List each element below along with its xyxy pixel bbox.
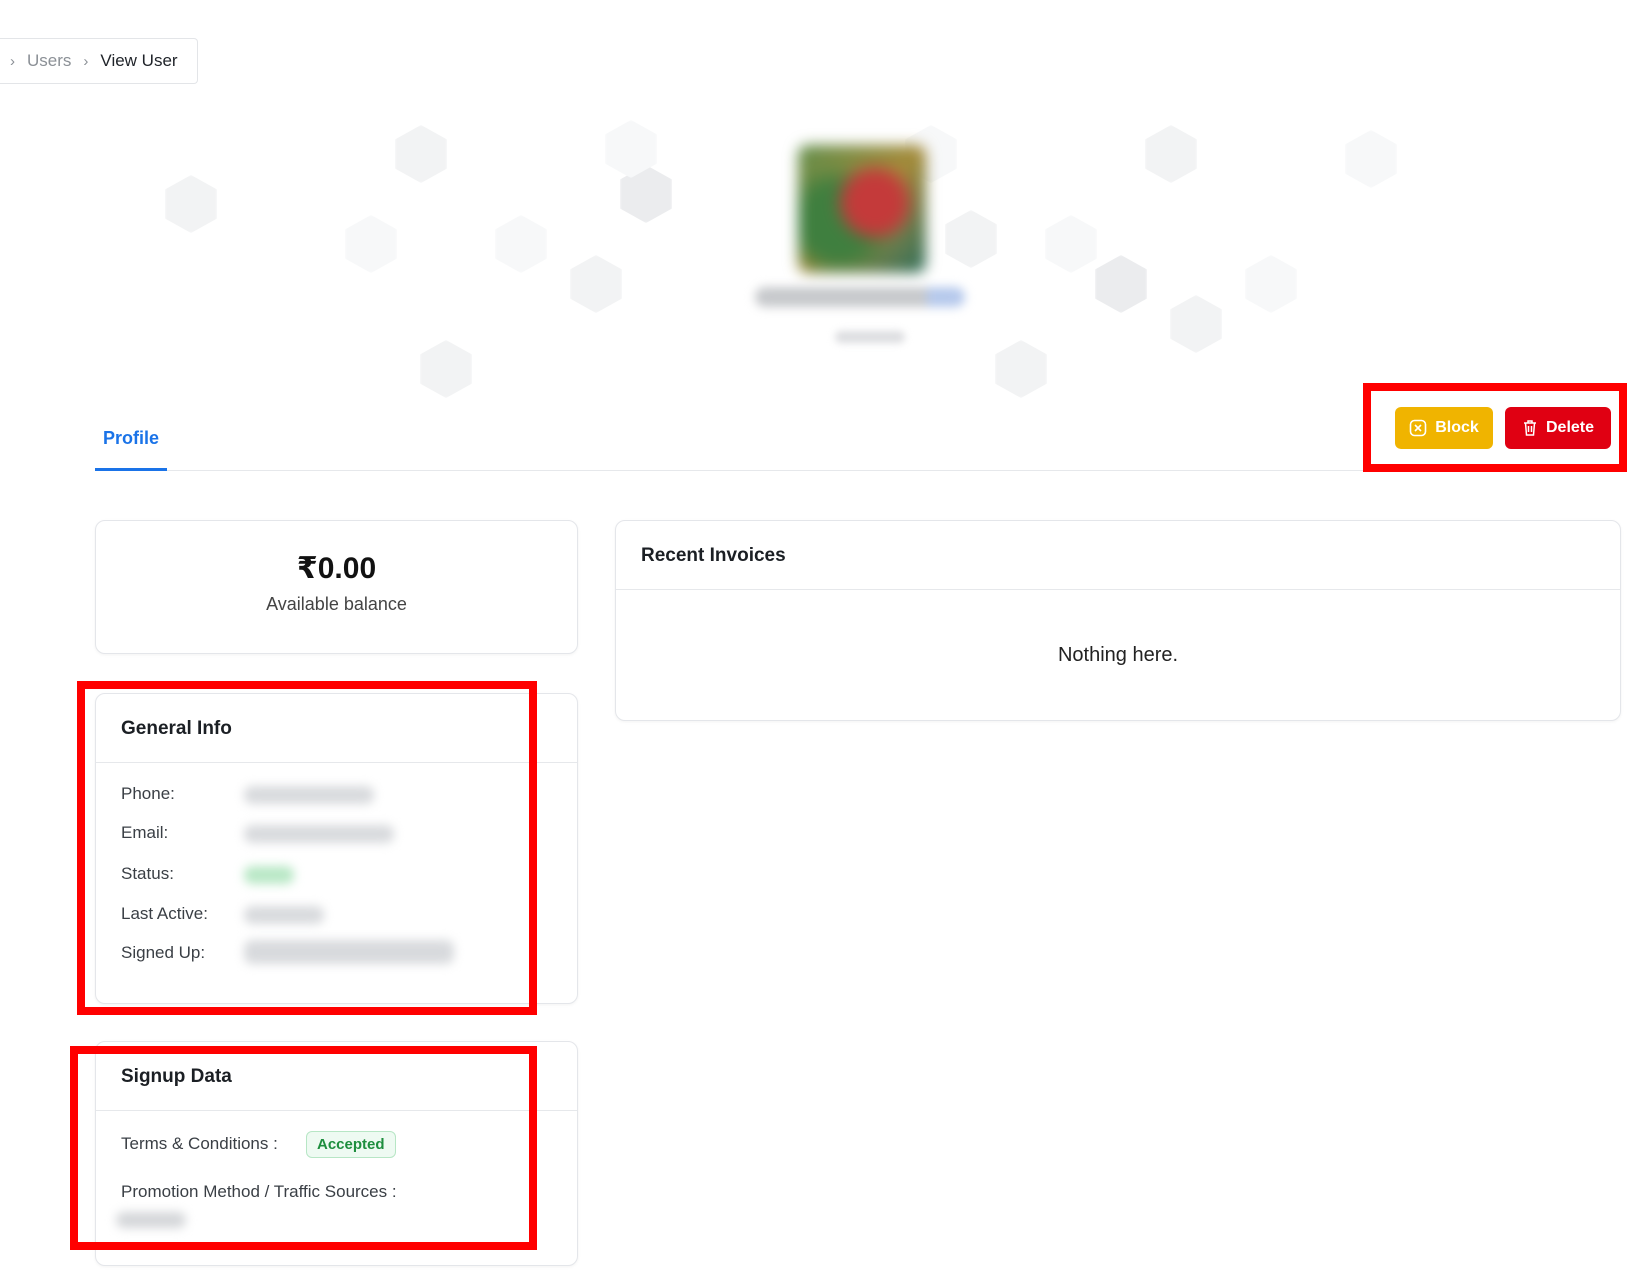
- phone-value-redacted: [244, 786, 374, 804]
- hero-pattern-hex: [995, 340, 1047, 398]
- invoices-empty-state: Nothing here.: [1057, 644, 1179, 666]
- trash-icon: [1522, 419, 1538, 437]
- recent-invoices-card: Recent Invoices Nothing here.: [615, 520, 1621, 721]
- hero-pattern-hex: [165, 175, 217, 233]
- breadcrumb-current: View User: [100, 51, 178, 70]
- hero-pattern-hex: [420, 340, 472, 398]
- last-active-label: Last Active:: [121, 904, 208, 923]
- general-info-title: General Info: [96, 694, 577, 763]
- email-value-redacted: [244, 825, 394, 843]
- hero-pattern-hex: [1145, 125, 1197, 183]
- hero-pattern-hex: [1045, 215, 1097, 273]
- user-name-redacted: [755, 287, 965, 307]
- block-icon: [1409, 419, 1427, 437]
- hero-pattern-hex: [495, 215, 547, 273]
- promotion-method-label: Promotion Method / Traffic Sources :: [121, 1182, 397, 1201]
- hero-pattern-hex: [1345, 130, 1397, 188]
- user-subtitle-redacted: [835, 331, 905, 343]
- user-avatar: [798, 145, 926, 273]
- terms-accepted-badge: Accepted: [306, 1131, 396, 1158]
- balance-amount: ₹0.00: [296, 552, 377, 585]
- hero-pattern-hex: [345, 215, 397, 273]
- hero-pattern-hex: [570, 255, 622, 313]
- profile-tabs: Profile Block Delete: [95, 395, 1621, 471]
- signup-data-card: Signup Data Terms & Conditions : Accepte…: [95, 1041, 578, 1266]
- balance-label: Available balance: [266, 594, 407, 614]
- status-label: Status:: [121, 864, 174, 883]
- breadcrumb: › Users › View User: [0, 38, 198, 84]
- chevron-right-icon: ›: [83, 52, 89, 70]
- chevron-right-icon: ›: [10, 52, 15, 70]
- signed-up-label: Signed Up:: [121, 943, 206, 962]
- hero-pattern-hex: [395, 125, 447, 183]
- block-button[interactable]: Block: [1395, 407, 1493, 449]
- terms-label: Terms & Conditions :: [121, 1134, 278, 1153]
- recent-invoices-title: Recent Invoices: [616, 521, 1620, 590]
- hero-pattern-hex: [945, 210, 997, 268]
- status-value-redacted: [244, 866, 294, 884]
- delete-button[interactable]: Delete: [1505, 407, 1611, 449]
- hero-pattern-hex: [1170, 295, 1222, 353]
- hero-pattern-hex: [1095, 255, 1147, 313]
- delete-button-label: Delete: [1545, 419, 1595, 436]
- signed-up-value-redacted: [244, 940, 454, 964]
- signup-data-title: Signup Data: [96, 1042, 577, 1111]
- hero-pattern-hex: [1245, 255, 1297, 313]
- breadcrumb-users-link[interactable]: Users: [27, 51, 71, 71]
- block-button-label: Block: [1435, 419, 1479, 436]
- phone-label: Phone:: [121, 784, 175, 803]
- profile-hero: [95, 105, 1535, 405]
- balance-card: ₹0.00 Available balance: [95, 520, 578, 654]
- general-info-card: General Info Phone: Email: Status: Last …: [95, 693, 578, 1004]
- tab-profile[interactable]: Profile: [95, 415, 167, 471]
- last-active-value-redacted: [244, 906, 324, 924]
- user-actions: Block Delete: [1395, 407, 1611, 449]
- promotion-method-value-redacted: [116, 1212, 186, 1228]
- email-label: Email:: [121, 823, 169, 842]
